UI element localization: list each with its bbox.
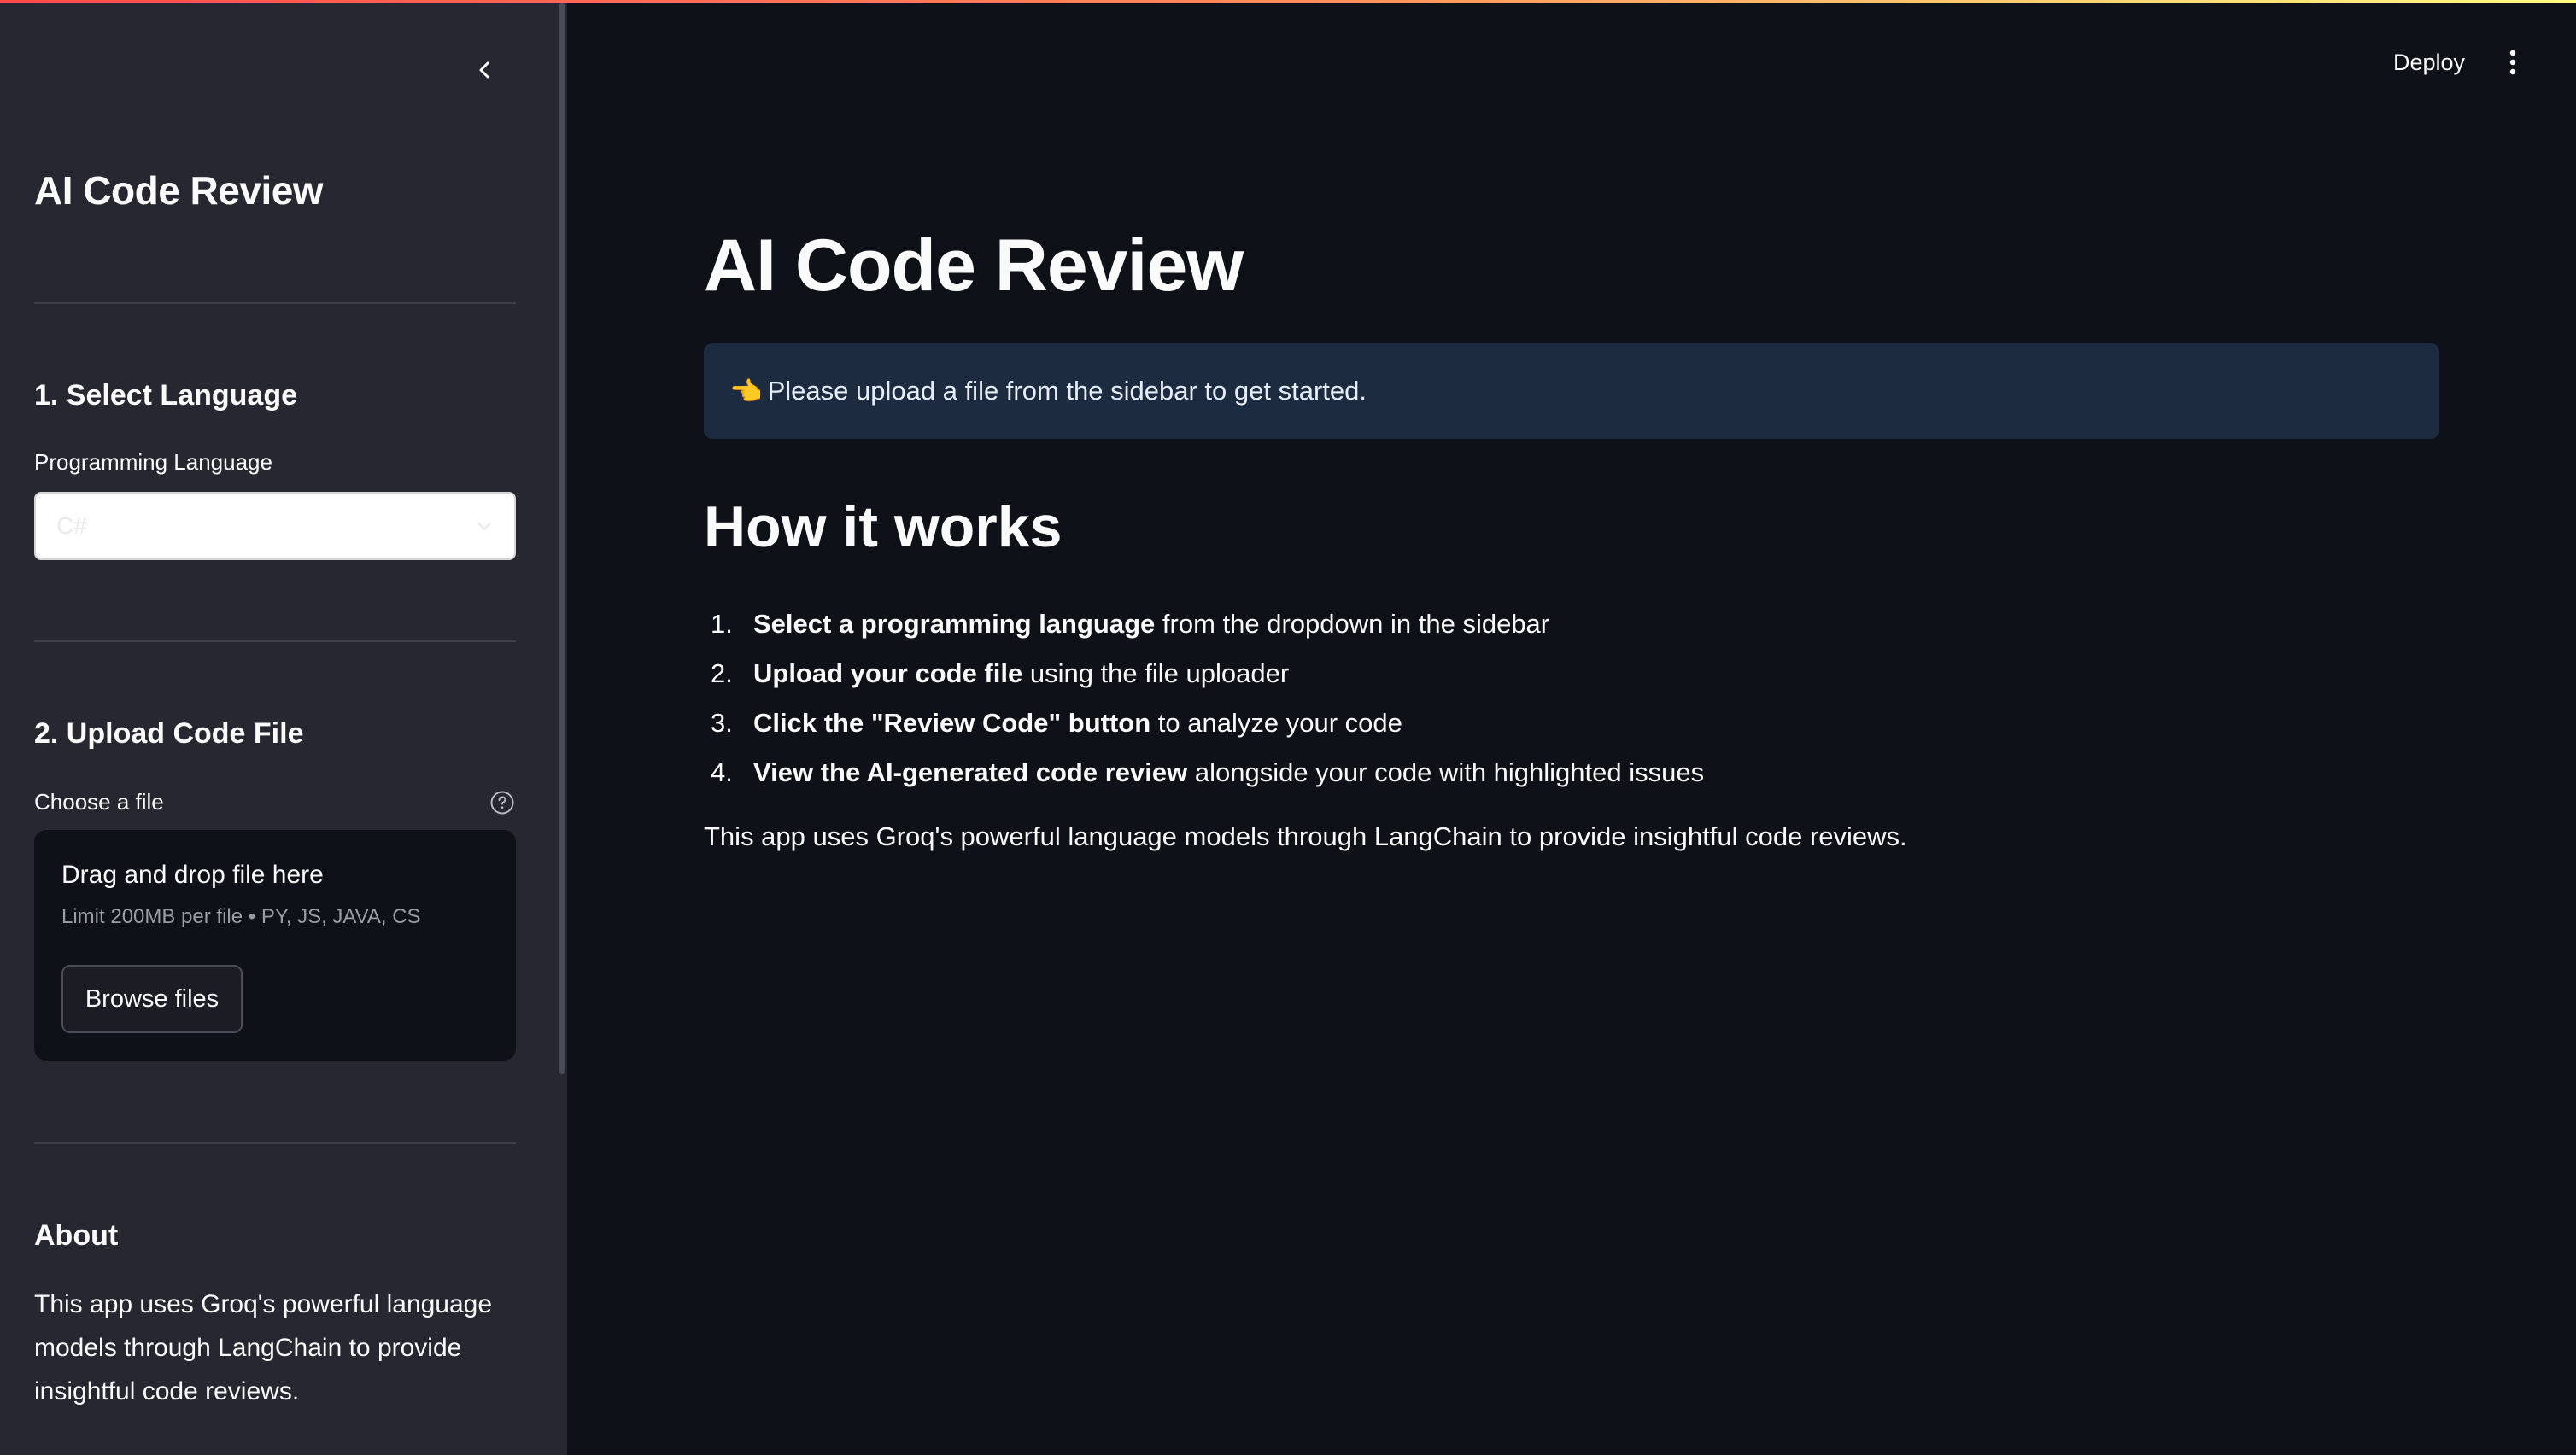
page-title: AI Code Review	[704, 225, 1244, 307]
sidebar-title: AI Code Review	[34, 168, 324, 213]
deploy-button[interactable]: Deploy	[2378, 41, 2480, 84]
select-language-heading: 1. Select Language	[34, 379, 297, 412]
divider	[34, 1142, 516, 1144]
info-alert-text: Please upload a file from the sidebar to…	[767, 376, 1367, 406]
language-select-value: C#	[56, 512, 87, 539]
more-vertical-icon	[2509, 50, 2516, 75]
list-item: 1. Select a programming language from th…	[704, 599, 2412, 649]
programming-language-label: Programming Language	[34, 449, 272, 475]
list-item: 2. Upload your code file using the file …	[704, 649, 2412, 698]
sidebar-scrollbar[interactable]	[559, 3, 565, 1074]
step-bold-text: Upload your code file	[753, 658, 1023, 688]
step-text: to analyze your code	[1150, 708, 1402, 738]
chevron-left-icon	[479, 61, 489, 79]
dropzone-title: Drag and drop file here	[61, 861, 324, 889]
file-dropzone[interactable]: Drag and drop file here Limit 200MB per …	[34, 830, 516, 1061]
choose-file-label: Choose a file	[34, 789, 164, 815]
language-select[interactable]: C#	[34, 492, 516, 560]
step-bold-text: Select a programming language	[753, 609, 1156, 639]
collapse-sidebar-button[interactable]	[466, 51, 504, 89]
step-number: 2.	[711, 658, 733, 688]
about-text: This app uses Groq's powerful language m…	[34, 1290, 493, 1405]
dropzone-limit-text: Limit 200MB per file • PY, JS, JAVA, CS	[61, 905, 421, 928]
help-circle-icon[interactable]	[489, 789, 516, 816]
top-accent-bar	[0, 0, 2576, 3]
step-number: 1.	[711, 609, 733, 639]
info-alert: 👈 Please upload a file from the sidebar …	[704, 343, 2439, 439]
step-number: 3.	[711, 708, 733, 738]
pointing-hand-icon: 👈	[729, 376, 763, 406]
step-text: alongside your code with highlighted iss…	[1187, 757, 1705, 787]
steps-list: 1. Select a programming language from th…	[704, 599, 2412, 798]
step-text: using the file uploader	[1022, 658, 1290, 688]
upload-code-heading: 2. Upload Code File	[34, 717, 304, 750]
how-it-works-heading: How it works	[704, 494, 1063, 559]
divider	[34, 302, 516, 304]
divider	[34, 640, 516, 642]
chevron-down-icon	[477, 523, 491, 530]
list-item: 4. View the AI-generated code review alo…	[704, 748, 2412, 798]
about-heading: About	[34, 1219, 119, 1252]
step-number: 4.	[711, 757, 733, 787]
browse-files-button[interactable]: Browse files	[61, 965, 243, 1033]
sidebar: AI Code Review 1. Select Language Progra…	[0, 0, 567, 1455]
list-item: 3. Click the "Review Code" button to ana…	[704, 698, 2412, 748]
description-text: This app uses Groq's powerful language m…	[704, 821, 1907, 851]
main-menu-button[interactable]	[2496, 41, 2530, 84]
step-bold-text: View the AI-generated code review	[753, 757, 1188, 787]
step-text: from the dropdown in the sidebar	[1155, 609, 1550, 639]
step-bold-text: Click the "Review Code" button	[753, 708, 1151, 738]
